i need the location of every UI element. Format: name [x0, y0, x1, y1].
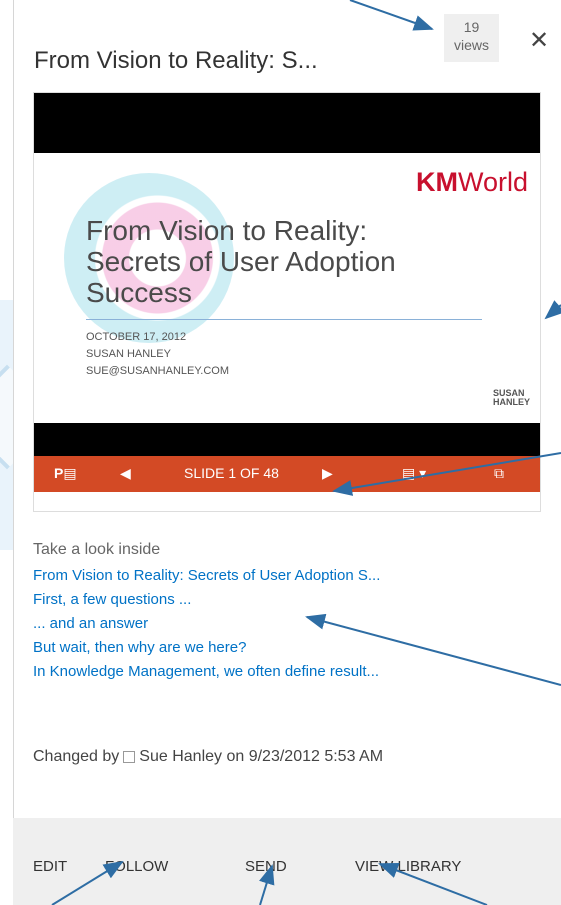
preview-bottom-bar: [34, 423, 540, 456]
inside-link[interactable]: First, a few questions ...: [33, 591, 191, 608]
changed-by-line: Changed by Sue Hanley on 9/23/2012 5:53 A…: [33, 748, 383, 766]
inside-link[interactable]: In Knowledge Management, we often define…: [33, 663, 379, 680]
preview-top-bar: [34, 93, 540, 153]
inside-link[interactable]: ... and an answer: [33, 615, 148, 632]
view-library-button[interactable]: VIEW LIBRARY: [355, 858, 461, 875]
kmworld-logo-km: KM: [415, 167, 458, 197]
slide-title-line: Secrets of User Adoption: [86, 246, 396, 277]
changed-by-author[interactable]: Sue Hanley: [139, 748, 222, 765]
views-badge: 19 views: [444, 14, 499, 62]
kmworld-logo: KMWorld: [416, 167, 528, 198]
slide-email: SUE@SUSANHANLEY.COM: [86, 365, 229, 377]
slide-title-line: Success: [86, 277, 192, 308]
document-title[interactable]: From Vision to Reality: S...: [34, 47, 414, 75]
follow-button[interactable]: FOLLOW: [105, 858, 168, 875]
document-preview[interactable]: KMWorld From Vision to Reality: Secrets …: [33, 92, 541, 512]
send-button[interactable]: SEND: [245, 858, 287, 875]
inside-link[interactable]: From Vision to Reality: Secrets of User …: [33, 567, 380, 584]
slide-meta: OCTOBER 17, 2012 SUSAN HANLEY SUE@SUSANH…: [86, 329, 229, 380]
slide-date: OCTOBER 17, 2012: [86, 331, 187, 343]
slide-divider: [86, 319, 482, 320]
changed-by-label: Changed by: [33, 748, 120, 765]
next-slide-icon[interactable]: ▶: [322, 465, 333, 482]
views-label: views: [453, 37, 489, 53]
previous-slide-icon[interactable]: ◀: [120, 465, 131, 482]
susan-hanley-logo: SUSAN HANLEY: [492, 388, 530, 407]
slide-counter: SLIDE 1 OF 48: [184, 465, 279, 481]
slide-author: SUSAN HANLEY: [86, 348, 171, 360]
inside-link[interactable]: But wait, then why are we here?: [33, 639, 246, 656]
notes-icon[interactable]: ▤ ▾: [402, 465, 426, 482]
edit-button[interactable]: EDIT: [33, 858, 67, 875]
action-footer: EDIT FOLLOW SEND VIEW LIBRARY: [13, 818, 561, 905]
powerpoint-icon[interactable]: P▤: [54, 465, 77, 482]
slide-title: From Vision to Reality: Secrets of User …: [86, 215, 506, 308]
popout-icon[interactable]: ⧉: [494, 465, 504, 482]
views-count: 19: [463, 19, 480, 35]
presence-icon: [123, 750, 136, 763]
close-icon[interactable]: ✕: [529, 26, 549, 55]
take-a-look-heading: Take a look inside: [33, 541, 161, 558]
slide-canvas: KMWorld From Vision to Reality: Secrets …: [34, 153, 540, 423]
slide-title-line: From Vision to Reality:: [86, 215, 368, 246]
kmworld-logo-world: World: [457, 167, 528, 197]
slide-toolbar: P▤ ◀ SLIDE 1 OF 48 ▶ ▤ ▾ ⧉: [34, 456, 540, 492]
changed-date: on 9/23/2012 5:53 AM: [226, 748, 384, 765]
